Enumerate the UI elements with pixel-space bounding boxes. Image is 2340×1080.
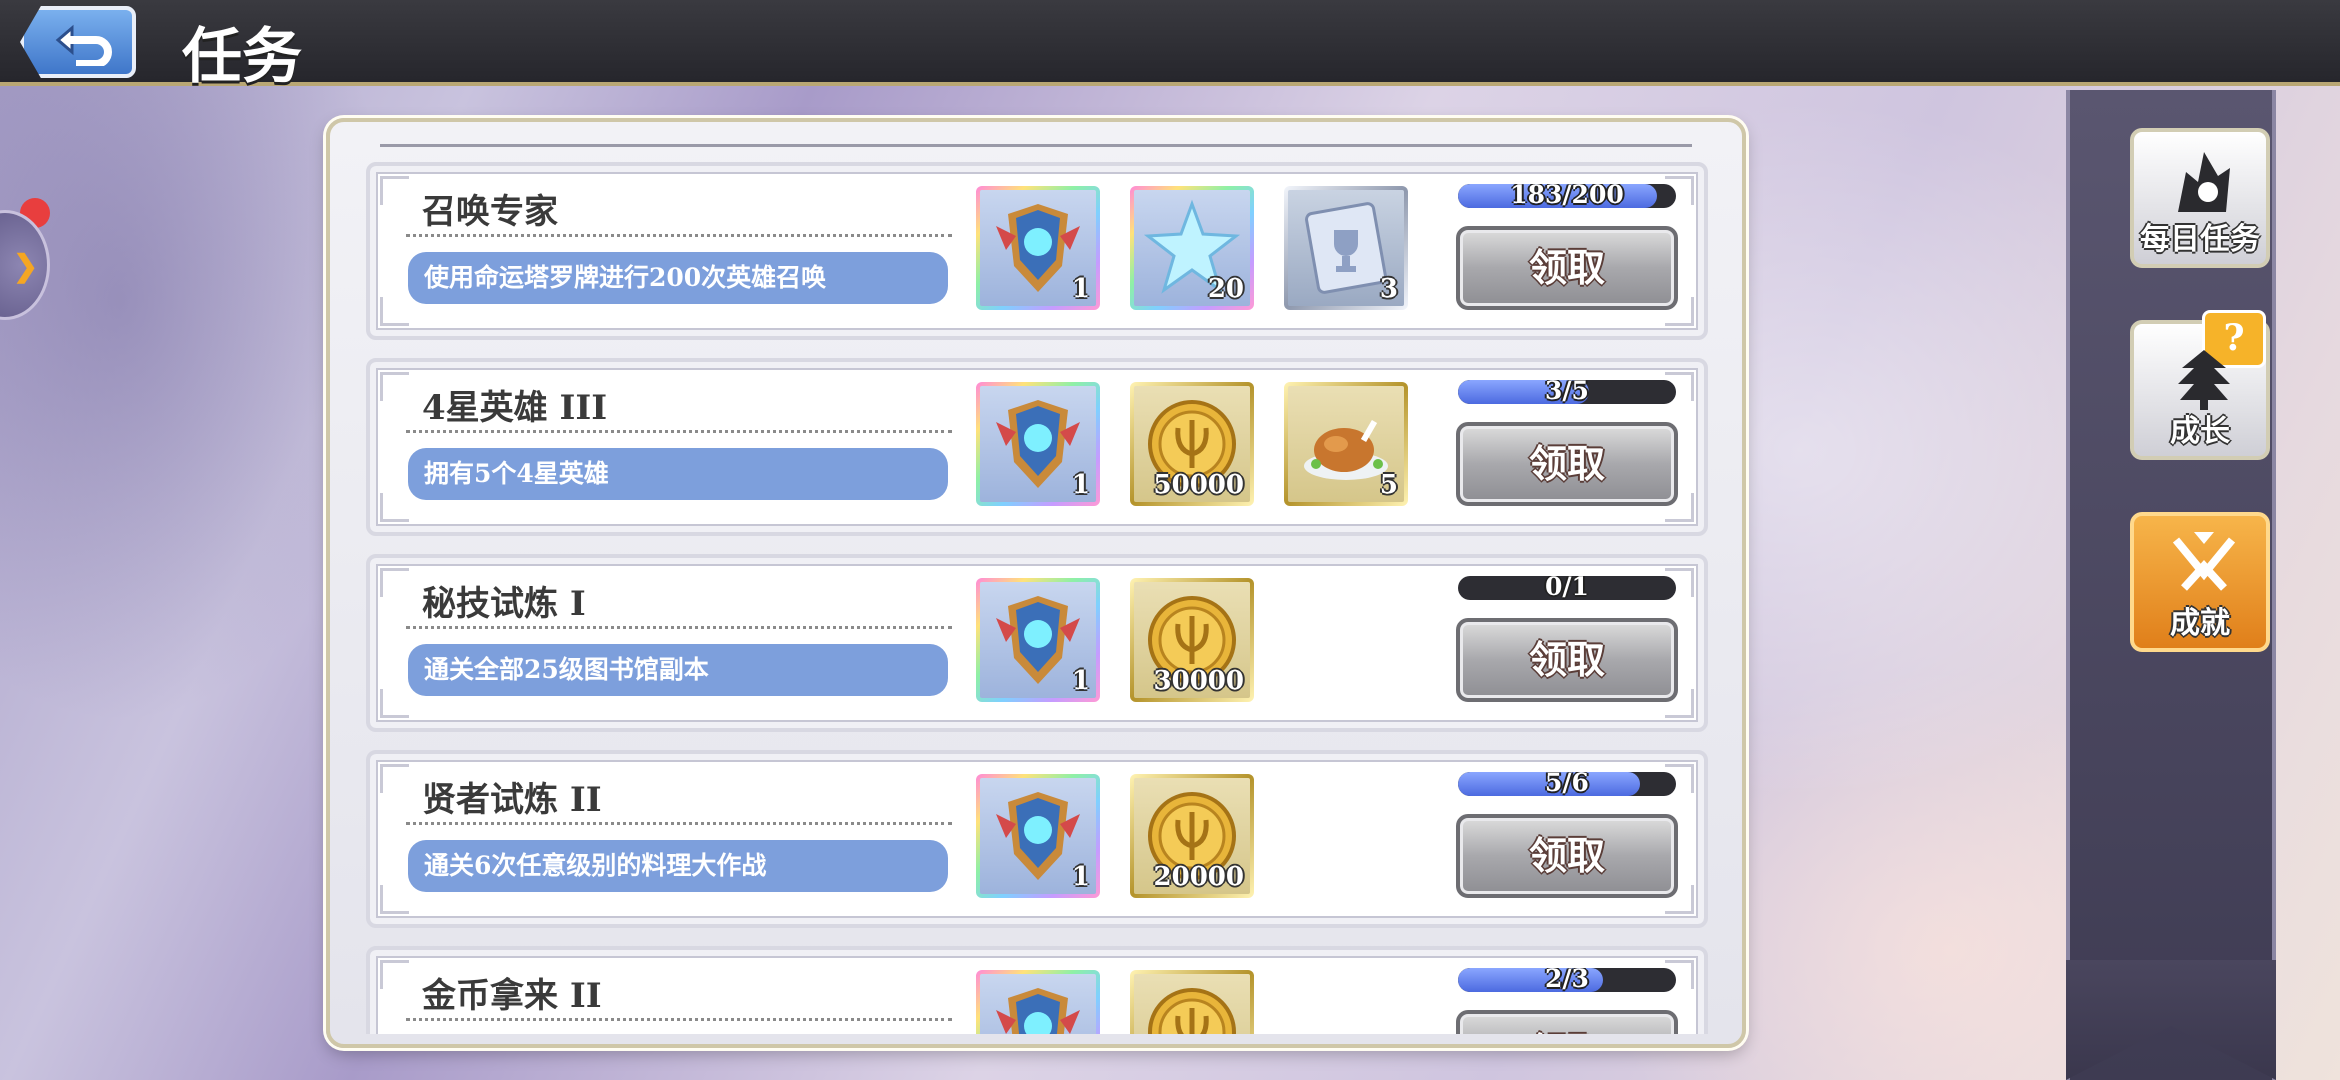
reward-item[interactable]: 1 <box>976 578 1100 702</box>
task-panel: 召唤专家 使用命运塔罗牌进行200次英雄召唤 1 20 3 183/200 领取 4… <box>326 118 1746 1048</box>
progress-text: 0/1 <box>1545 576 1589 600</box>
dotted-divider <box>406 234 952 237</box>
card-corner-ornament <box>380 493 409 522</box>
task-name: 召唤专家 <box>422 192 558 232</box>
card-corner-ornament <box>380 764 409 793</box>
claim-button[interactable]: 领取 <box>1456 814 1678 898</box>
progress-text: 2/3 <box>1545 968 1589 992</box>
back-button[interactable] <box>20 6 136 78</box>
claim-button[interactable]: 领取 <box>1456 618 1678 702</box>
reward-item[interactable] <box>1130 970 1254 1034</box>
growth-tab[interactable]: ? 成长 <box>2130 310 2270 460</box>
reward-item[interactable]: 20000 <box>1130 774 1254 898</box>
card-corner-ornament <box>380 297 409 326</box>
reward-quantity: 20000 <box>1153 862 1244 892</box>
task-card: 4星英雄 III 拥有5个4星英雄 1 50000 5 3/5 领取 <box>366 358 1708 536</box>
reward-item[interactable]: 1 <box>976 186 1100 310</box>
reward-item[interactable]: 1 <box>976 382 1100 506</box>
progress-bar: 3/5 <box>1458 380 1676 404</box>
task-list[interactable]: 召唤专家 使用命运塔罗牌进行200次英雄召唤 1 20 3 183/200 领取 4… <box>366 162 1708 1034</box>
claim-button[interactable]: 领取 <box>1456 226 1678 310</box>
task-name: 贤者试炼 II <box>422 780 602 820</box>
reward-item[interactable] <box>976 970 1100 1034</box>
progress-bar: 183/200 <box>1458 184 1676 208</box>
progress-text: 5/6 <box>1545 772 1589 796</box>
task-description: 通关全部25级图书馆副本 <box>408 644 948 696</box>
reward-item[interactable]: 3 <box>1284 186 1408 310</box>
claim-button[interactable]: 领取 <box>1456 1010 1678 1034</box>
progress-text: 3/5 <box>1545 380 1589 404</box>
reward-item[interactable]: 5 <box>1284 382 1408 506</box>
dotted-divider <box>406 626 952 629</box>
reward-quantity: 3 <box>1379 274 1398 304</box>
progress-bar: 0/1 <box>1458 576 1676 600</box>
side-expand-tab[interactable]: ❯ <box>0 210 50 320</box>
progress-bar: 5/6 <box>1458 772 1676 796</box>
daily-tasks-label: 每日任务 <box>2140 222 2260 257</box>
chevron-right-icon: ❯ <box>13 249 39 284</box>
progress-text: 183/200 <box>1510 184 1624 208</box>
task-card: 贤者试炼 II 通关6次任意级别的料理大作战 1 20000 5/6 领取 <box>366 750 1708 928</box>
top-bar: 任务 <box>0 0 2340 92</box>
achievement-tab[interactable]: 成就 <box>2130 512 2270 652</box>
task-description: 使用命运塔罗牌进行200次英雄召唤 <box>408 252 948 304</box>
card-corner-ornament <box>380 960 409 989</box>
task-name: 4星英雄 III <box>422 388 608 428</box>
reward-item[interactable]: 20 <box>1130 186 1254 310</box>
progress-bar: 2/3 <box>1458 968 1676 992</box>
task-name: 金币拿来 II <box>422 976 602 1016</box>
reward-item[interactable]: 30000 <box>1130 578 1254 702</box>
dotted-divider <box>406 430 952 433</box>
daily-tasks-tab[interactable]: 每日任务 <box>2130 128 2270 268</box>
task-name: 秘技试炼 I <box>422 584 586 624</box>
reward-quantity: 50000 <box>1153 470 1244 500</box>
card-corner-ornament <box>380 885 409 914</box>
growth-label: 成长 <box>2170 414 2230 449</box>
reward-quantity: 1 <box>1071 862 1090 892</box>
card-corner-ornament <box>380 372 409 401</box>
reward-quantity: 20 <box>1207 274 1244 304</box>
page-title: 任务 <box>182 22 302 92</box>
reward-item[interactable]: 1 <box>976 774 1100 898</box>
task-card: 秘技试炼 I 通关全部25级图书馆副本 1 30000 0/1 领取 <box>366 554 1708 732</box>
reward-quantity: 1 <box>1071 274 1090 304</box>
card-corner-ornament <box>380 689 409 718</box>
card-corner-ornament <box>380 568 409 597</box>
task-description: 拥有5个4星英雄 <box>408 448 948 500</box>
task-card: 召唤专家使用命运塔罗牌进行200次英雄召唤 1 20 3 183/200 领取 <box>366 162 1708 340</box>
reward-quantity: 1 <box>1071 666 1090 696</box>
dotted-divider <box>406 822 952 825</box>
back-arrow-icon <box>55 24 112 66</box>
task-card: 金币拿来 II 2/3 领取 <box>366 946 1708 1034</box>
reward-quantity: 30000 <box>1153 666 1244 696</box>
reward-quantity: 1 <box>1071 470 1090 500</box>
reward-item[interactable]: 50000 <box>1130 382 1254 506</box>
task-description: 通关6次任意级别的料理大作战 <box>408 840 948 892</box>
achievement-label: 成就 <box>2170 606 2230 641</box>
reward-quantity: 5 <box>1379 470 1398 500</box>
panel-divider <box>380 144 1692 147</box>
claim-button[interactable]: 领取 <box>1456 422 1678 506</box>
dotted-divider <box>406 1018 952 1021</box>
card-corner-ornament <box>380 176 409 205</box>
